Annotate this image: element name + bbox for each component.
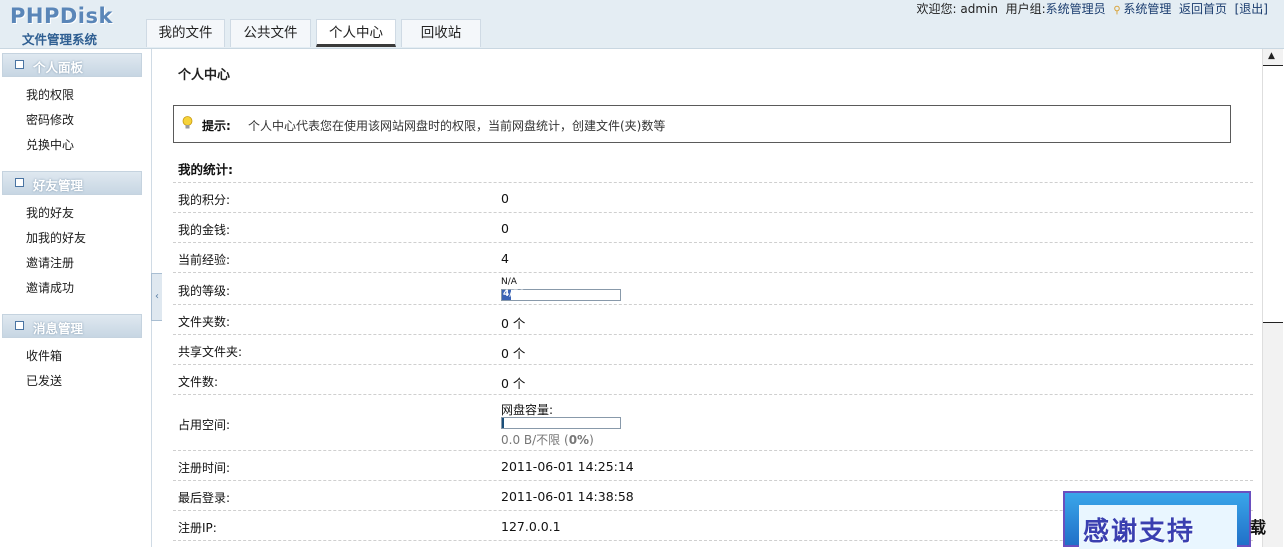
key-icon: ⚲ (1113, 5, 1121, 16)
stat-label: 注册IP: (178, 521, 217, 535)
lightbulb-icon (182, 116, 193, 129)
stat-value: 127.0.0.1 (501, 519, 561, 534)
stat-value: 2011-06-01 14:38:58 (501, 489, 634, 504)
sidebar-item-add-me[interactable]: 加我的好友 (26, 229, 86, 246)
tip-box: 提示: 个人中心代表您在使用该网站网盘时的权限，当前网盘统计，创建文件(夹)数等 (173, 105, 1231, 143)
stat-label: 文件夹数: (178, 315, 231, 329)
section-square-icon (15, 321, 24, 330)
sidebar-section-personal[interactable]: 个人面板 (2, 53, 142, 77)
sidebar-item-invite-success[interactable]: 邀请成功 (26, 279, 74, 296)
level-progress-text: 4/50 (503, 289, 526, 299)
stat-row-regtime: 注册时间: 2011-06-01 14:25:14 (173, 450, 1253, 481)
logo-subtitle: 文件管理系统 (22, 32, 98, 47)
stat-label: 我的积分: (178, 193, 231, 207)
stat-value: 0 (501, 221, 509, 236)
stat-row-level: 我的等级: N/A 4/50 (173, 272, 1253, 305)
group-label: 用户组: (1005, 2, 1046, 16)
promo-inner: 感谢支持 (1079, 505, 1237, 549)
sidebar-item-exchange[interactable]: 兑换中心 (26, 136, 74, 153)
space-usage-text: 0.0 B/不限 (501, 433, 561, 447)
top-header: PHPDisk 文件管理系统 我的文件 公共文件 个人中心 回收站 欢迎您: a… (0, 0, 1284, 49)
stat-value: 2011-06-01 14:25:14 (501, 459, 634, 474)
stat-label: 当前经验: (178, 253, 231, 267)
logo-brand: PHPDisk (10, 4, 113, 28)
section-square-icon (15, 178, 24, 187)
sidebar-item-permissions[interactable]: 我的权限 (26, 86, 74, 103)
section-title: 个人面板 (33, 60, 84, 75)
stat-row-money: 我的金钱: 0 (173, 212, 1253, 243)
welcome-label: 欢迎您: (916, 2, 957, 16)
username: admin (960, 2, 998, 16)
stat-value: 0 个 (501, 346, 526, 361)
level-name: N/A (501, 277, 517, 287)
stat-row-files: 文件数: 0 个 (173, 364, 1253, 395)
promo-side-text: 载 (1250, 518, 1267, 537)
stat-value: 0 (501, 191, 509, 206)
sidebar-item-password[interactable]: 密码修改 (26, 111, 74, 128)
user-group-link[interactable]: 系统管理员 (1046, 2, 1106, 16)
space-caption: 网盘容量: (501, 403, 554, 417)
tab-my-files[interactable]: 我的文件 (146, 19, 225, 47)
sidebar-section-messages[interactable]: 消息管理 (2, 314, 142, 338)
sidebar: 个人面板 我的权限 密码修改 兑换中心 好友管理 我的好友 加我的好友 邀请注册… (0, 49, 152, 547)
stat-label: 共享文件夹: (178, 345, 243, 359)
tip-label: 提示: (202, 119, 231, 133)
stat-label: 我的等级: (178, 284, 231, 298)
stat-value: 0 个 (501, 376, 526, 391)
section-title: 消息管理 (33, 321, 84, 336)
stats-heading: 我的统计: (178, 162, 233, 177)
section-square-icon (15, 60, 24, 69)
stat-label: 最后登录: (178, 491, 231, 505)
stat-value: 0 个 (501, 316, 526, 331)
tab-public-files[interactable]: 公共文件 (230, 19, 311, 47)
stat-row-points: 我的积分: 0 (173, 182, 1253, 213)
tab-recycle-bin[interactable]: 回收站 (401, 19, 481, 47)
tab-personal-center[interactable]: 个人中心 (316, 19, 396, 47)
main-content: 个人中心 提示: 个人中心代表您在使用该网站网盘时的权限，当前网盘统计，创建文件… (162, 49, 1262, 547)
stat-label: 占用空间: (178, 418, 231, 432)
stat-label: 文件数: (178, 375, 219, 389)
sidebar-item-invite[interactable]: 邀请注册 (26, 254, 74, 271)
sidebar-item-inbox[interactable]: 收件箱 (26, 347, 62, 364)
tip-text: 个人中心代表您在使用该网站网盘时的权限，当前网盘统计，创建文件(夹)数等 (248, 119, 666, 133)
stat-row-shared: 共享文件夹: 0 个 (173, 334, 1253, 365)
level-progress-bar: 4/50 (501, 289, 621, 301)
chevron-left-icon: ‹ (155, 291, 159, 302)
promo-text: 感谢支持 (1083, 517, 1196, 547)
space-progress-fill (502, 418, 505, 428)
user-bar: 欢迎您: admin 用户组:系统管理员 ⚲ 系统管理 返回首页 [退出] (916, 0, 1268, 17)
stat-row-folders: 文件夹数: 0 个 (173, 304, 1253, 335)
home-link[interactable]: 返回首页 (1179, 2, 1227, 16)
admin-link[interactable]: 系统管理 (1123, 2, 1171, 16)
logout-link[interactable]: [退出] (1235, 2, 1268, 16)
space-progress-bar (501, 417, 621, 429)
space-percent: 0% (568, 433, 590, 447)
sidebar-item-my-friends[interactable]: 我的好友 (26, 204, 74, 221)
sidebar-item-sent[interactable]: 已发送 (26, 372, 62, 389)
vertical-scrollbar[interactable]: ▲ (1262, 49, 1283, 547)
page-title: 个人中心 (178, 68, 231, 83)
space-usage: 0.0 B/不限 (0%) (501, 433, 594, 447)
scrollbar-thumb[interactable] (1263, 65, 1283, 323)
sidebar-section-friends[interactable]: 好友管理 (2, 171, 142, 195)
stat-row-space: 占用空间: 网盘容量: 0.0 B/不限 (0%) (173, 394, 1253, 451)
scroll-up-arrow-icon[interactable]: ▲ (1268, 51, 1275, 61)
logo[interactable]: PHPDisk 文件管理系统 (10, 4, 140, 48)
promo-banner[interactable]: 感谢支持 (1063, 491, 1251, 549)
stat-label: 注册时间: (178, 461, 231, 475)
stat-value: 4 (501, 251, 509, 266)
stat-label: 我的金钱: (178, 223, 231, 237)
stat-row-exp: 当前经验: 4 (173, 242, 1253, 273)
section-title: 好友管理 (33, 178, 84, 193)
